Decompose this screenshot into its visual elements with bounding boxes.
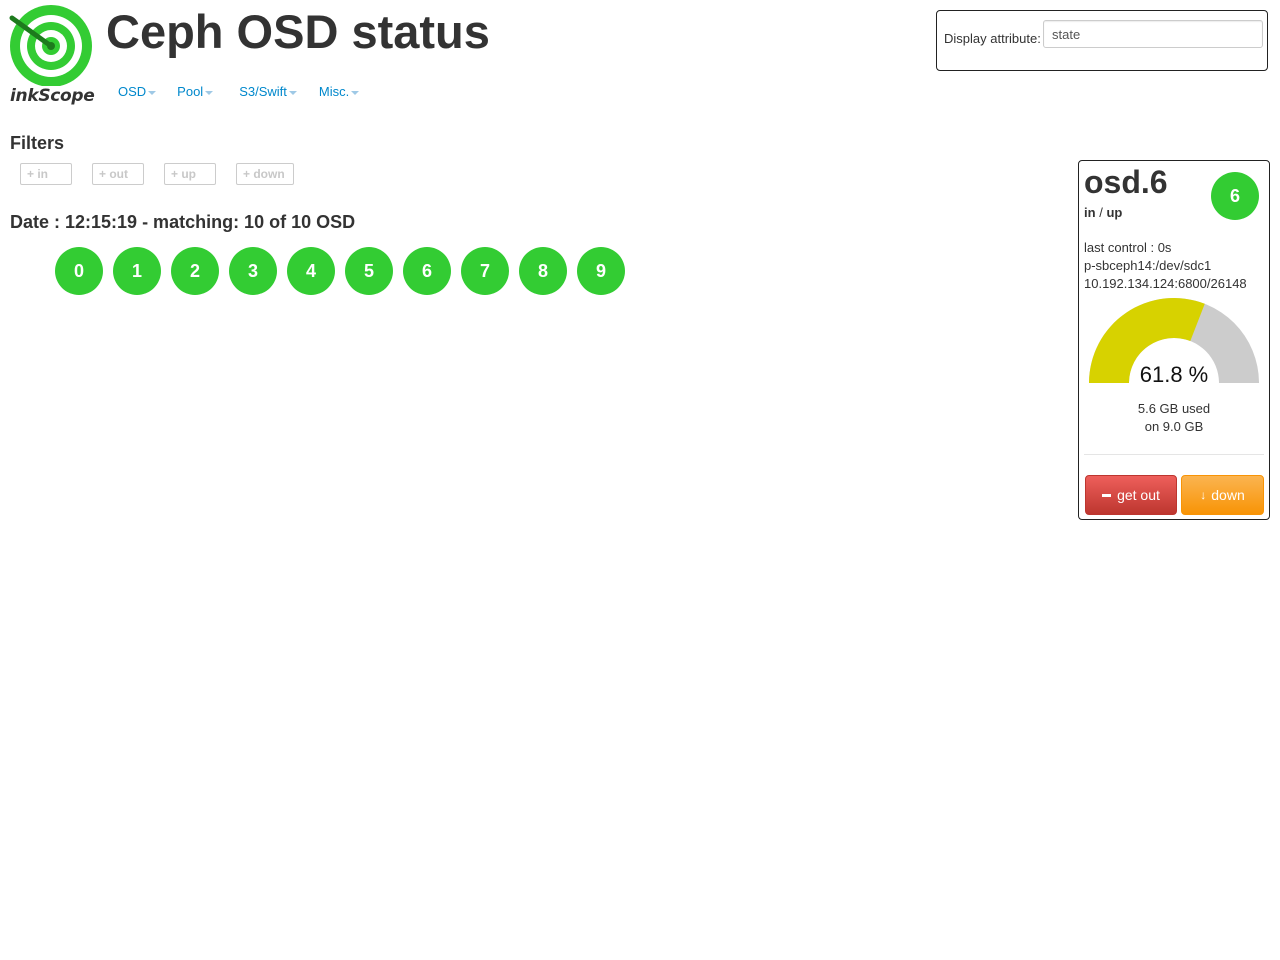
osd-state-up: up <box>1106 205 1123 220</box>
osd-circle-8[interactable]: 8 <box>519 247 567 295</box>
osd-address-text: 10.192.134.124:6800/26148 <box>1084 276 1247 291</box>
inkscope-logo[interactable]: inkScope <box>8 4 98 108</box>
display-attribute-panel: Display attribute: <box>936 10 1268 71</box>
main-nav: OSD Pool S3/Swift Misc. <box>118 84 360 99</box>
osd-circle-3[interactable]: 3 <box>229 247 277 295</box>
osd-circle-4[interactable]: 4 <box>287 247 335 295</box>
filter-down-button[interactable]: + down <box>236 163 294 185</box>
usage-percent: 61.8 % <box>1139 362 1209 387</box>
caret-down-icon <box>148 90 157 95</box>
status-line: Date : 12:15:19 - matching: 10 of 10 OSD <box>10 212 356 232</box>
osd-state-separator: / <box>1099 205 1103 220</box>
display-attribute-label: Display attribute: <box>944 31 1041 46</box>
osd-detail-badge: 6 <box>1211 172 1259 220</box>
osd-state: in / up <box>1084 205 1122 220</box>
osd-detail-panel: osd.6 in / up 6 last control : 0s p-sbce… <box>1078 160 1270 520</box>
used-space-text: 5.6 GB used <box>1137 401 1211 416</box>
nav-item-label: Pool <box>177 84 204 99</box>
filter-out-button[interactable]: + out <box>92 163 144 185</box>
page-title: Ceph OSD status <box>106 5 490 58</box>
minus-icon <box>1102 493 1112 497</box>
osd-list: 0 1 2 3 4 5 6 7 8 9 <box>55 247 625 295</box>
filters-title: Filters <box>10 133 65 153</box>
osd-circle-7[interactable]: 7 <box>461 247 509 295</box>
osd-state-in: in <box>1084 205 1096 220</box>
nav-item-pool[interactable]: Pool <box>177 84 214 99</box>
filter-in-button[interactable]: + in <box>20 163 72 185</box>
osd-circle-2[interactable]: 2 <box>171 247 219 295</box>
nav-item-label: S3/Swift <box>239 84 287 99</box>
get-out-button[interactable]: get out <box>1085 475 1177 515</box>
nav-item-label: Misc. <box>318 84 350 99</box>
last-control-text: last control : 0s <box>1084 240 1172 255</box>
osd-circle-1[interactable]: 1 <box>113 247 161 295</box>
arrow-down-icon: ↓ <box>1200 488 1207 502</box>
filter-up-button[interactable]: + up <box>164 163 216 185</box>
caret-down-icon <box>351 90 360 95</box>
osd-detail-name: osd.6 <box>1084 164 1168 200</box>
logo-text: inkScope <box>10 86 95 106</box>
caret-down-icon <box>288 90 297 95</box>
osd-circle-6[interactable]: 6 <box>403 247 451 295</box>
osd-circle-9[interactable]: 9 <box>577 247 625 295</box>
osd-circle-0[interactable]: 0 <box>55 247 103 295</box>
nav-item-misc[interactable]: Misc. <box>318 84 360 99</box>
target-logo-icon <box>9 5 92 86</box>
nav-item-s3-swift[interactable]: S3/Swift <box>239 84 297 99</box>
display-attribute-input[interactable] <box>1043 20 1263 48</box>
caret-down-icon <box>205 90 214 95</box>
down-button[interactable]: ↓ down <box>1181 475 1264 515</box>
down-label: down <box>1211 487 1245 503</box>
panel-divider <box>1084 454 1264 455</box>
nav-item-osd[interactable]: OSD <box>118 84 157 99</box>
total-space-text: on 9.0 GB <box>1144 419 1204 434</box>
osd-circle-5[interactable]: 5 <box>345 247 393 295</box>
osd-device-text: p-sbceph14:/dev/sdc1 <box>1084 258 1212 273</box>
nav-item-label: OSD <box>118 84 147 99</box>
get-out-label: get out <box>1117 487 1160 503</box>
